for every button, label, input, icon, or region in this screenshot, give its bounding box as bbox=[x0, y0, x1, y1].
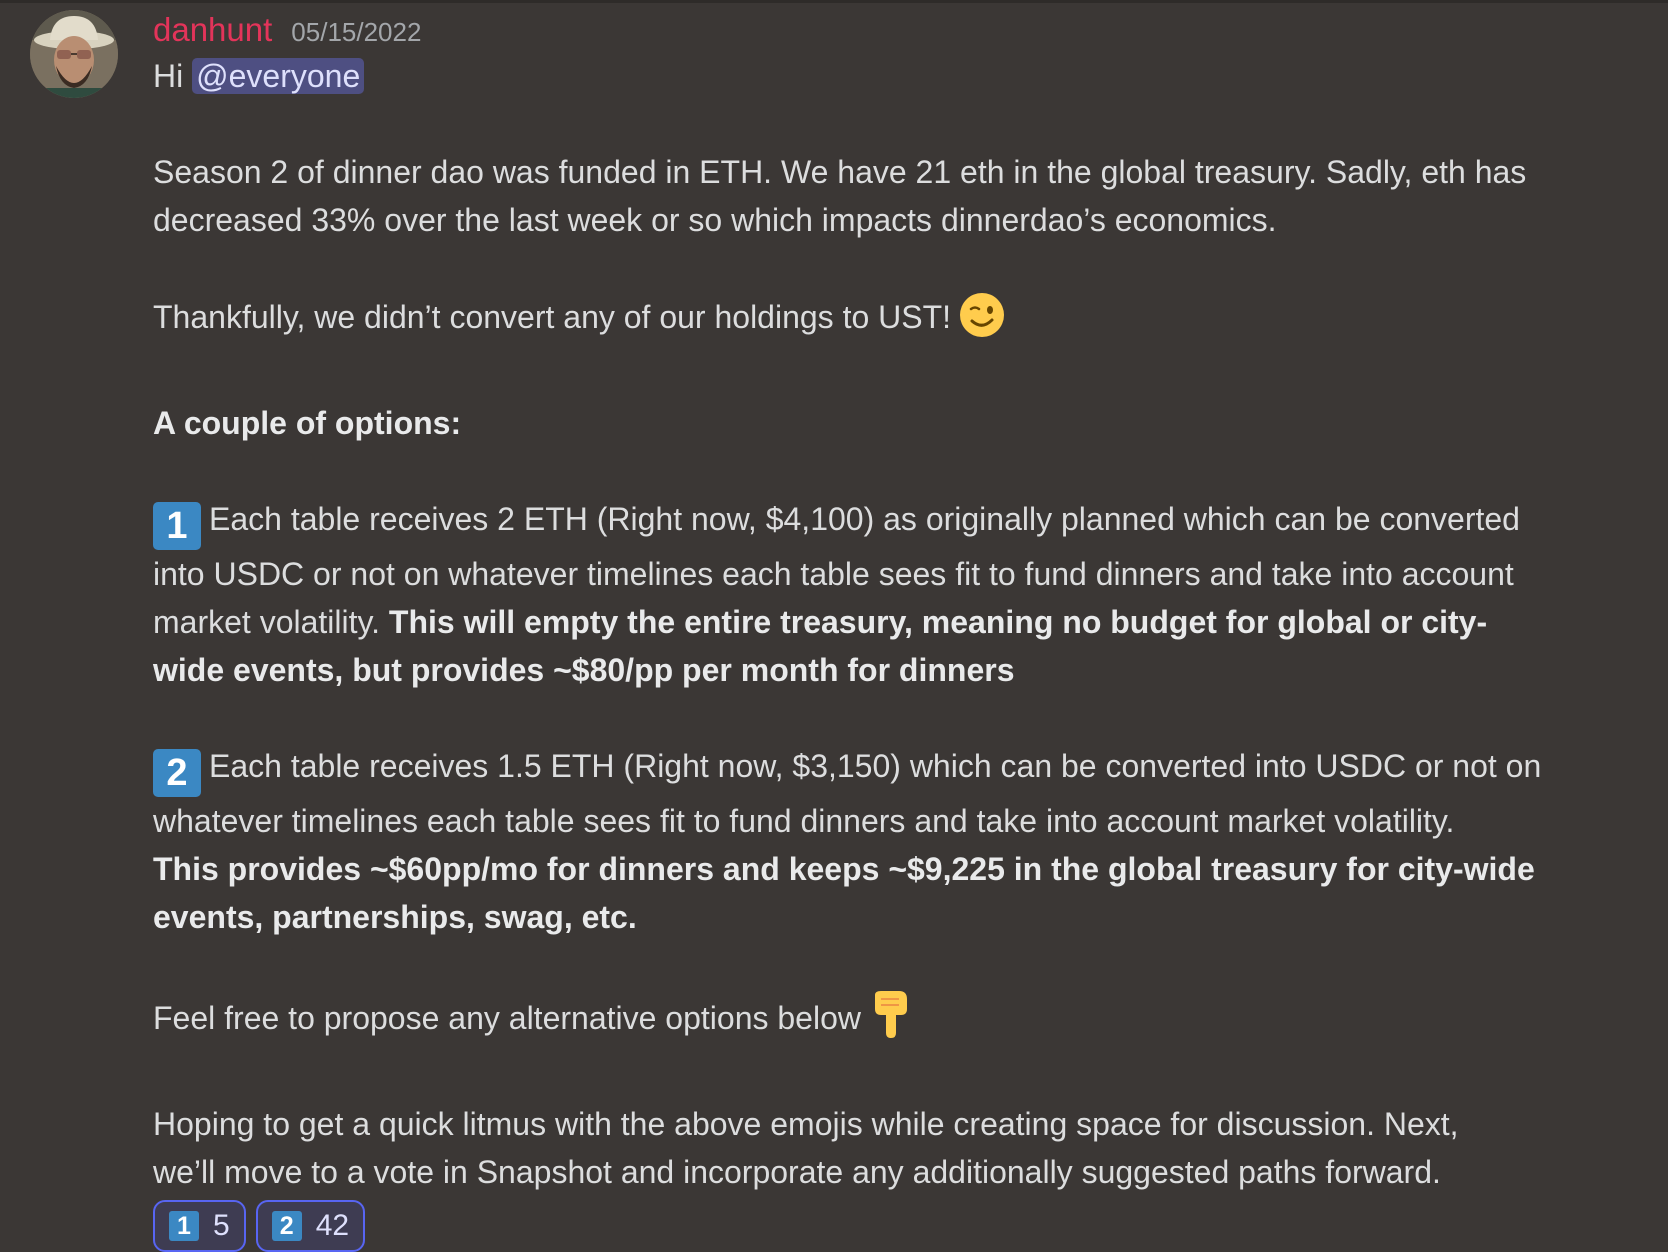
paragraph-line: Season 2 of dinner dao was funded in ETH… bbox=[153, 154, 1527, 190]
paragraph-line: Feel free to propose any alternative opt… bbox=[153, 989, 1553, 1052]
option-1-text: market volatility. bbox=[153, 604, 389, 640]
paragraph-line: Thankfully, we didn’t convert any of our… bbox=[153, 292, 1553, 351]
option-2-line: events, partnerships, swag, etc. bbox=[153, 893, 1553, 941]
winking-face-icon bbox=[959, 292, 1005, 351]
option-2-line: whatever timelines each table sees fit t… bbox=[153, 803, 1455, 839]
greeting-line: Hi @everyone bbox=[153, 52, 1553, 100]
keycap-2-icon: 2 bbox=[153, 749, 201, 797]
option-2-text: Each table receives 1.5 ETH (Right now, … bbox=[209, 748, 1542, 784]
avatar-image bbox=[30, 10, 118, 98]
option-1-line: 1 Each table receives 2 ETH (Right now, $… bbox=[153, 495, 1553, 550]
option-1-line: wide events, but provides ~$80/pp per mo… bbox=[153, 646, 1553, 694]
backhand-index-pointing-down-icon bbox=[869, 989, 911, 1052]
top-divider bbox=[0, 0, 1668, 3]
paragraph-line: decreased 33% over the last week or so w… bbox=[153, 202, 1277, 238]
option-2-bold-text: This provides ~$60pp/mo for dinners and … bbox=[153, 851, 1535, 887]
reaction-count: 5 bbox=[213, 1209, 230, 1242]
reactions-bar: 1 5 2 42 bbox=[153, 1200, 1553, 1252]
greeting-text: Hi bbox=[153, 58, 184, 94]
mention-everyone[interactable]: @everyone bbox=[192, 58, 365, 94]
keycap-1-icon: 1 bbox=[169, 1211, 199, 1241]
option-2-line: 2 Each table receives 1.5 ETH (Right now,… bbox=[153, 742, 1553, 797]
option-1-line: market volatility. This will empty the e… bbox=[153, 598, 1553, 646]
option-1-line: into USDC or not on whatever timelines e… bbox=[153, 556, 1514, 592]
paragraph-line: we’ll move to a vote in Snapshot and inc… bbox=[153, 1154, 1441, 1190]
option-1-bold-text: This will empty the entire treasury, mea… bbox=[388, 604, 1488, 640]
paragraph-text: Thankfully, we didn’t convert any of our… bbox=[153, 299, 952, 335]
avatar[interactable] bbox=[30, 10, 118, 98]
reaction-keycap-1[interactable]: 1 5 bbox=[153, 1200, 246, 1252]
reaction-count: 42 bbox=[315, 1209, 350, 1242]
timestamp: 05/15/2022 bbox=[291, 17, 422, 47]
options-heading: A couple of options: bbox=[153, 405, 462, 441]
keycap-2-icon: 2 bbox=[271, 1211, 302, 1241]
paragraph-text: Feel free to propose any alternative opt… bbox=[153, 1000, 861, 1036]
message-header: danhunt 05/15/2022 bbox=[153, 8, 1553, 52]
reaction-keycap-2[interactable]: 2 42 bbox=[255, 1200, 366, 1252]
option-2-bold-text: events, partnerships, swag, etc. bbox=[153, 899, 637, 935]
keycap-1-icon: 1 bbox=[153, 502, 201, 550]
message: danhunt 05/15/2022 Hi @everyone Season 2… bbox=[153, 8, 1553, 1252]
option-1-text: Each table receives 2 ETH (Right now, $4… bbox=[209, 501, 1520, 537]
paragraph-line: Hoping to get a quick litmus with the ab… bbox=[153, 1106, 1459, 1142]
option-1-bold-text: wide events, but provides ~$80/pp per mo… bbox=[153, 652, 1015, 688]
option-2-line: This provides ~$60pp/mo for dinners and … bbox=[153, 845, 1553, 893]
username[interactable]: danhunt bbox=[153, 8, 272, 52]
